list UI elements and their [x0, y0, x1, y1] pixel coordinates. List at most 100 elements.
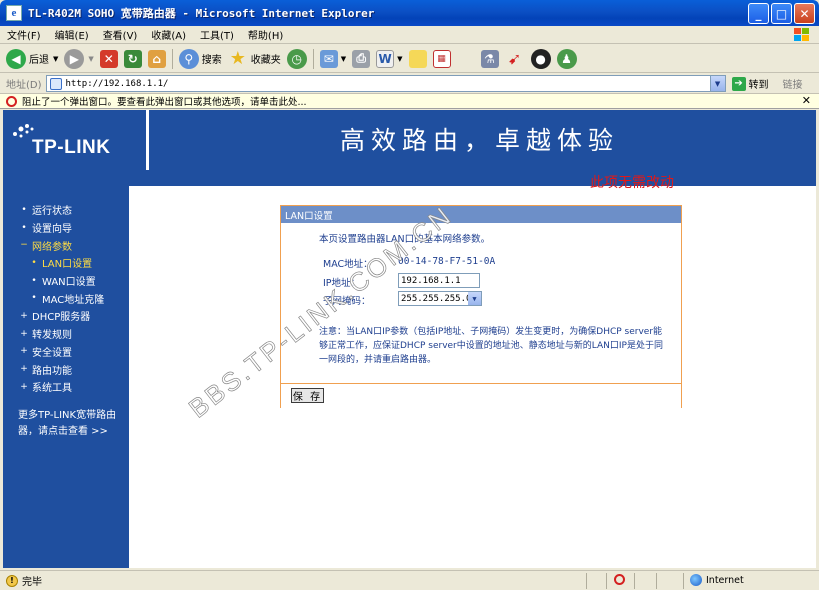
tp-link-logo: TP-LINK	[32, 137, 111, 158]
discuss-button[interactable]	[408, 49, 427, 68]
flag-icon: ➹	[507, 49, 522, 68]
nav-item-lan[interactable]: • LAN口设置	[19, 254, 104, 272]
note-text: 注意：当LAN口IP参数（包括IP地址、子网掩码）发生变更时，为确保DHCP s…	[319, 327, 663, 365]
stop-button[interactable]: ✕	[99, 49, 118, 68]
minimize-button[interactable]: _	[748, 3, 769, 24]
nav-item-routing[interactable]: + 路由功能	[19, 360, 104, 378]
nav-item-system-tools[interactable]: + 系统工具	[19, 378, 104, 396]
maximize-button[interactable]: □	[771, 3, 792, 24]
menu-bar: 文件(F) 编辑(E) 查看(V) 收藏(A) 工具(T) 帮助(H)	[0, 26, 819, 44]
toolbar-separator	[171, 48, 173, 69]
nav-item-mac-clone[interactable]: • MAC地址克隆	[19, 289, 104, 307]
globe-icon	[690, 574, 702, 586]
web-page: TP-LINK 高效路由，卓越体验 • 运行状态 • 设置向导 − 网络参数 • LAN…	[3, 110, 816, 568]
save-button[interactable]: 保 存	[291, 388, 324, 403]
window-title: TL-R402M SOHO 宽带路由器 - Microsoft Internet…	[28, 7, 375, 20]
header-band	[3, 170, 816, 186]
go-arrow-icon: ➔	[731, 76, 746, 91]
status-text: 完毕	[22, 577, 42, 588]
panel-title: LAN口设置	[281, 206, 681, 223]
nav-item-security[interactable]: + 安全设置	[19, 343, 104, 361]
slogan: 高效路由，卓越体验	[340, 126, 620, 155]
mail-icon: ✉	[319, 49, 338, 68]
research-button[interactable]: ▦	[432, 49, 451, 68]
popup-blocked-bar[interactable]: 阻止了一个弹出窗口。要查看此弹出窗口或其他选项，请单击此处... ✕	[0, 94, 819, 109]
home-icon: ⌂	[147, 49, 166, 68]
popup-blocked-message: 阻止了一个弹出窗口。要查看此弹出窗口或其他选项，请单击此处...	[22, 97, 307, 108]
menu-view[interactable]: 查看(V)	[96, 27, 145, 42]
forward-button[interactable]: ▶ ▼	[64, 48, 94, 69]
warning-icon: !	[6, 574, 18, 587]
calendar-icon: ▦	[432, 49, 451, 68]
messenger-icon: ♟	[556, 48, 577, 69]
print-button[interactable]: ⎙	[352, 49, 371, 68]
popup-blocked-icon[interactable]	[614, 574, 625, 585]
toolbar-separator	[312, 48, 314, 69]
subnet-mask-select[interactable]: 255.255.255.0 ▼	[398, 291, 482, 306]
stop-icon: ✕	[99, 49, 118, 68]
forward-arrow-icon: ▶	[64, 48, 85, 69]
nav-item-wizard[interactable]: • 设置向导	[19, 219, 104, 237]
chevron-down-icon[interactable]: ▼	[88, 55, 93, 63]
address-bar: 地址(D) http://192.168.1.1/ ▼ ➔ 转到 链接	[0, 74, 819, 94]
security-zone: Internet	[690, 574, 744, 586]
bag-icon: ⚗	[480, 49, 499, 68]
chevron-down-icon[interactable]: ▼	[53, 55, 58, 63]
nav-item-wan[interactable]: • WAN口设置	[19, 272, 104, 290]
note-icon	[408, 49, 427, 68]
nav-item-dhcp[interactable]: + DHCP服务器	[19, 307, 104, 325]
nav-item-forwarding[interactable]: + 转发规则	[19, 325, 104, 343]
star-icon: ★	[229, 48, 246, 69]
address-label: 地址(D)	[6, 80, 42, 91]
chevron-down-icon: ▼	[468, 292, 481, 305]
nav-item-status[interactable]: • 运行状态	[19, 201, 104, 219]
block-icon	[6, 95, 17, 107]
menu-tools[interactable]: 工具(T)	[193, 27, 241, 42]
history-icon: ◷	[286, 48, 307, 69]
print-icon: ⎙	[352, 49, 371, 68]
messenger-button[interactable]: ♟	[556, 48, 577, 69]
menu-help[interactable]: 帮助(H)	[241, 27, 290, 42]
penguin-icon: ●	[530, 48, 551, 69]
chevron-down-icon[interactable]: ▼	[709, 76, 725, 91]
ip-address-input[interactable]: 192.168.1.1	[398, 273, 480, 288]
refresh-button[interactable]: ↻	[123, 49, 142, 68]
ie-icon: e	[6, 5, 22, 21]
tool-button-2[interactable]: ➹	[505, 49, 525, 69]
menu-favorites[interactable]: 收藏(A)	[144, 27, 193, 42]
more-products-link[interactable]: 更多TP-LINK宽带路由器，请点击查看 >>	[18, 408, 128, 440]
status-bar: ! 完毕 Internet	[0, 570, 819, 590]
menu-edit[interactable]: 编辑(E)	[48, 27, 96, 42]
status-divider	[606, 573, 607, 589]
home-button[interactable]: ⌂	[147, 49, 166, 68]
status-divider	[683, 573, 684, 589]
qq-button[interactable]: ●	[530, 48, 551, 69]
close-icon[interactable]: ✕	[802, 94, 811, 107]
no-change-annotation: 此项无需改动	[590, 175, 674, 191]
history-button[interactable]: ◷	[286, 48, 307, 69]
search-icon: ⚲	[178, 48, 199, 69]
menu-file[interactable]: 文件(F)	[0, 27, 48, 42]
chevron-down-icon[interactable]: ▼	[397, 55, 402, 63]
favorites-button[interactable]: ★ 收藏夹	[228, 48, 281, 69]
toolbar: ◀ 后退 ▼ ▶ ▼ ✕ ↻ ⌂ ⚲ 搜索 ★ 收藏夹 ◷ ✉ ▼ ⎙ W ▼ …	[0, 45, 819, 73]
search-button[interactable]: ⚲ 搜索	[178, 48, 222, 69]
word-icon: W	[376, 49, 395, 68]
panel-footer: 保 存	[281, 383, 681, 408]
address-url: http://192.168.1.1/	[65, 78, 169, 89]
logo-area: TP-LINK	[3, 110, 149, 170]
close-button[interactable]: ✕	[794, 3, 815, 24]
chevron-down-icon[interactable]: ▼	[341, 55, 346, 63]
nav-item-network[interactable]: − 网络参数	[19, 236, 104, 254]
tool-button-1[interactable]: ⚗	[480, 49, 499, 68]
back-button[interactable]: ◀ 后退 ▼	[6, 48, 58, 69]
go-button[interactable]: ➔ 转到	[731, 76, 769, 91]
page-icon	[49, 77, 62, 90]
edit-button[interactable]: W ▼	[376, 49, 403, 68]
mail-button[interactable]: ✉ ▼	[319, 49, 346, 68]
status-divider	[586, 573, 587, 589]
links-button[interactable]: 链接	[783, 76, 803, 91]
back-arrow-icon: ◀	[6, 48, 26, 69]
address-input[interactable]: http://192.168.1.1/ ▼	[45, 75, 726, 92]
title-bar: e TL-R402M SOHO 宽带路由器 - Microsoft Intern…	[0, 0, 819, 26]
